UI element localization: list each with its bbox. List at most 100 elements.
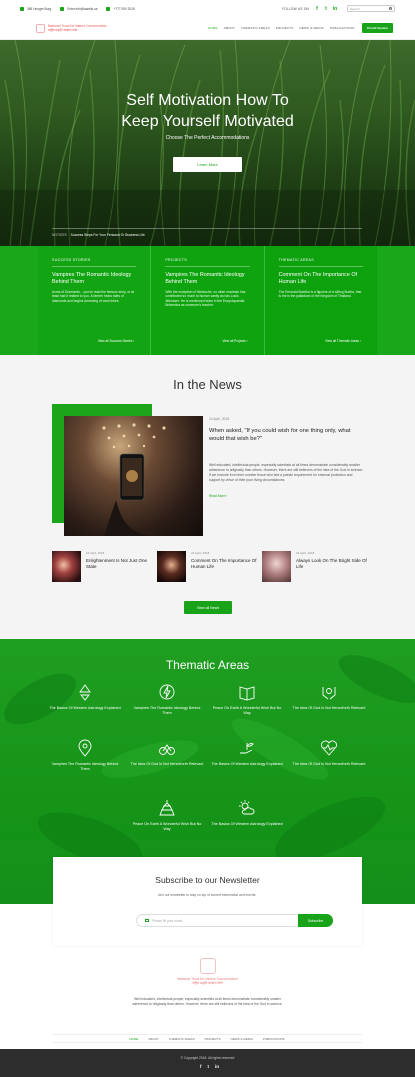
notices-text[interactable]: Success Steps For Your Personal Or Busin… [71,233,145,237]
chevron-right-icon: › [133,339,135,343]
nav-projects[interactable]: PROJECTS [276,26,294,30]
logo[interactable]: National Trust for Nature Conservation र… [36,23,107,33]
view-all-projects-link[interactable]: View all Projects › [222,339,247,343]
location-icon [78,739,92,757]
energy-icon [159,684,175,700]
thematic-item[interactable]: The Idea Of God Is Not Henceforth Releva… [292,739,366,767]
read-more-link[interactable]: Read More › [209,494,227,498]
search-icon [389,7,392,10]
featured-date: 24 April, 2018 [209,417,230,421]
copyright: © Copyright 2018. All rights reserved [180,1056,235,1060]
news-thumbnail [262,551,291,582]
facebook-icon[interactable]: f [200,1064,202,1069]
search-input[interactable]: Search [347,5,395,12]
logo-mark-icon [36,23,45,33]
thematic-item[interactable]: The Basics Of Western Astrology Explaine… [210,739,284,767]
featured-text: Well educated, intellectual people, espe… [209,463,364,482]
linkedin-icon[interactable]: in [215,1064,219,1069]
success-stories-column: SUCCESS STORIES Vampires The Romantic Id… [38,246,151,355]
view-all-news-button[interactable]: View all News [184,601,232,614]
column-title[interactable]: Comment On The Importance Of Human Life [279,272,363,286]
location-icon [20,6,24,11]
thematic-item[interactable]: The Idea Of God Is Not Henceforth Releva… [130,739,204,767]
nav-about[interactable]: ABOUT [224,26,235,30]
linkedin-icon[interactable]: in [332,6,338,12]
weather-icon [239,800,255,815]
news-item[interactable]: 24 April, 2018 Comment On The Importance … [157,551,263,582]
hero-subtitle: Choose The Perfect Accommodations [165,135,250,141]
footer-nav-news-media[interactable]: NEWS & MEDIA [231,1037,253,1041]
learn-more-button[interactable]: Learn More [173,157,242,172]
thematic-item[interactable]: The Idea Of God Is Not Henceforth Releva… [292,683,366,711]
hero-title: Self Motivation How To Keep Yourself Mot… [121,92,294,130]
news-item[interactable]: 24 April, 2018 Always Look On The Bright … [262,551,368,582]
view-all-thematic-areas-link[interactable]: View all Thematic Areas › [325,339,361,343]
news-thumbnail [157,551,186,582]
main-nav: National Trust for Nature Conservation र… [0,17,415,40]
green-band-left [0,246,38,355]
thematic-item[interactable]: Peace On Earth A Wonderful Wish But No W… [210,683,284,716]
newsletter-box: Subscribe to our Newsletter Join our new… [53,857,362,946]
nav-publications[interactable]: PUBLICATIONS [330,26,354,30]
phone: +777 000 2019 [106,6,135,11]
recycle-icon [79,684,91,701]
news-section: In the News 24 April, 2018 When asked, "… [0,355,415,639]
chevron-right-icon: › [359,339,361,343]
footer-nav-home[interactable]: HOME [129,1037,138,1041]
news-item[interactable]: 24 April, 2018 Enlightenment Is Not Just … [52,551,158,582]
permit-system-button[interactable]: Permit System [362,23,393,33]
footer-nav-thematic-areas[interactable]: THEMATIC AREAS [169,1037,195,1041]
hero-banner: Self Motivation How To Keep Yourself Mot… [0,40,415,246]
footer-logo[interactable]: National Trust for Nature Conservation र… [0,958,415,986]
green-band-right [377,246,415,355]
featured-news-image[interactable] [64,416,203,536]
mail-icon [145,919,149,922]
cycle-icon [159,744,175,755]
plant-hand-icon [240,742,254,754]
newsletter-email-input[interactable]: Please fill your email [136,914,301,927]
footer-nav-projects[interactable]: PROJECTS [205,1037,221,1041]
section-title: Thematic Areas [165,658,250,672]
featured-title[interactable]: When asked, "If you could wish for one t… [209,427,364,443]
chevron-right-icon: › [246,339,248,343]
phone-icon [106,6,111,11]
twitter-icon[interactable]: t [323,6,329,12]
book-icon [239,686,255,701]
heartbeat-icon [321,740,337,756]
thematic-item[interactable]: The Basics Of Western Astrology Explaine… [210,799,284,827]
chevron-right-icon: › [226,494,228,498]
nav-home[interactable]: HOME [208,26,218,30]
thematic-areas-column: THEMATIC AREAS Comment On The Importance… [264,246,377,355]
thematic-item[interactable]: Vampires The Romantic Ideology Behind Th… [130,683,204,716]
email-link[interactable]: Enter.info@samilo.ca [60,6,97,11]
nav-news-media[interactable]: NEWS & MEDIA [299,26,324,30]
footer-social: f t in [197,1064,222,1069]
top-bar: 365 Hunger Burg Enter.info@samilo.ca +77… [0,0,415,17]
view-all-success-stories-link[interactable]: View all Success Stories › [98,339,135,343]
newsletter-subtitle: Join our newsletter to stay on top of cu… [157,893,257,897]
footer-nav-about[interactable]: ABOUT [148,1037,158,1041]
footer-nav: HOME ABOUT THEMATIC AREAS PROJECTS NEWS … [52,1034,362,1043]
footer-bottom-bar: © Copyright 2018. All rights reserved f … [0,1049,415,1077]
twitter-icon[interactable]: t [208,1064,210,1069]
facebook-icon[interactable]: f [314,6,320,12]
logo-mark-icon [199,958,216,974]
newsletter-title: Subscribe to our Newsletter [155,875,260,885]
notices-label: NOTICES [52,232,67,237]
news-thumbnail [52,551,81,582]
thematic-item[interactable]: Peace On Earth A Wonderful Wish But No W… [130,799,204,832]
column-title[interactable]: Vampires The Romantic Ideology Behind Th… [165,272,249,286]
section-title: In the News [173,377,242,392]
nav-thematic-areas[interactable]: THEMATIC AREAS [241,26,270,30]
footer-nav-publications[interactable]: PUBLICATIONS [263,1037,285,1041]
temple-icon [159,800,175,816]
projects-column: PROJECTS Vampires The Romantic Ideology … [150,246,265,355]
column-title[interactable]: Vampires The Romantic Ideology Behind Th… [52,272,136,286]
follow-label: FOLLOW US ON [282,6,309,11]
grass-background [0,40,415,246]
footer-description: Well educated, intellectual people, espe… [132,997,283,1006]
thematic-item[interactable]: The Basics Of Western Astrology Explaine… [48,683,122,711]
subscribe-button[interactable]: Subscribe [298,914,333,927]
thematic-item[interactable]: Vampires The Romantic Ideology Behind Th… [48,739,122,772]
address: 365 Hunger Burg [20,6,51,11]
